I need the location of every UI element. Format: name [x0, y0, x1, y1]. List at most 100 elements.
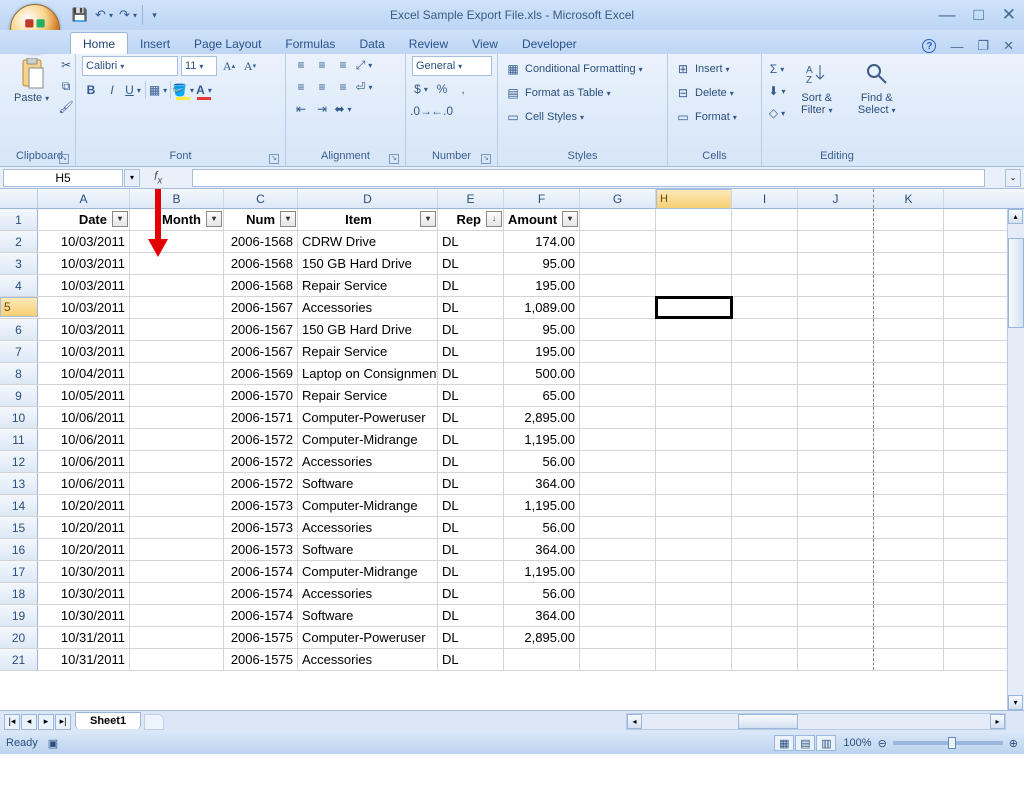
cell-A10[interactable]: 10/06/2011	[38, 407, 130, 428]
maximize-button[interactable]: □	[973, 5, 983, 25]
cell-J10[interactable]	[798, 407, 874, 428]
cell-C9[interactable]: 2006-1570	[224, 385, 298, 406]
qat-undo-icon[interactable]: ↶	[94, 5, 114, 25]
cell-G15[interactable]	[580, 517, 656, 538]
cell-E5[interactable]: DL	[438, 297, 504, 318]
cell-I10[interactable]	[732, 407, 798, 428]
align-top-icon[interactable]: ≡	[292, 56, 310, 74]
cell-I12[interactable]	[732, 451, 798, 472]
tab-insert[interactable]: Insert	[128, 33, 182, 54]
cell-B14[interactable]	[130, 495, 224, 516]
cell-D9[interactable]: Repair Service	[298, 385, 438, 406]
cell-C7[interactable]: 2006-1567	[224, 341, 298, 362]
borders-button[interactable]: ▦	[149, 81, 167, 99]
row-header-1[interactable]: 1	[0, 209, 38, 230]
horizontal-scrollbar[interactable]: ◂ ▸	[626, 713, 1006, 730]
cell-A20[interactable]: 10/31/2011	[38, 627, 130, 648]
cell-F10[interactable]: 2,895.00	[504, 407, 580, 428]
row-header-7[interactable]: 7	[0, 341, 38, 362]
cell-H5[interactable]	[656, 297, 732, 318]
cell-G8[interactable]	[580, 363, 656, 384]
cell-D8[interactable]: Laptop on Consignment	[298, 363, 438, 384]
alignment-dialog-launcher[interactable]: ↘	[389, 154, 399, 164]
cell-C4[interactable]: 2006-1568	[224, 275, 298, 296]
conditional-formatting-button[interactable]: ▦Conditional Formatting	[504, 60, 643, 78]
scroll-left-button[interactable]: ◂	[627, 714, 642, 729]
font-size-select[interactable]: 11	[181, 56, 217, 76]
cell-G6[interactable]	[580, 319, 656, 340]
cell-A19[interactable]: 10/30/2011	[38, 605, 130, 626]
cell-B17[interactable]	[130, 561, 224, 582]
row-header-9[interactable]: 9	[0, 385, 38, 406]
bold-button[interactable]: B	[82, 81, 100, 99]
underline-button[interactable]: U	[124, 81, 142, 99]
filter-dropdown-C[interactable]: ▾	[280, 211, 296, 227]
cell-A8[interactable]: 10/04/2011	[38, 363, 130, 384]
cell-D12[interactable]: Accessories	[298, 451, 438, 472]
cell-H2[interactable]	[656, 231, 732, 252]
cell-D6[interactable]: 150 GB Hard Drive	[298, 319, 438, 340]
cell-H11[interactable]	[656, 429, 732, 450]
mdi-close-button[interactable]: ✕	[1003, 38, 1014, 54]
cell-K6[interactable]	[874, 319, 944, 340]
cell-C20[interactable]: 2006-1575	[224, 627, 298, 648]
cell-C3[interactable]: 2006-1568	[224, 253, 298, 274]
filter-dropdown-A[interactable]: ▾	[112, 211, 128, 227]
zoom-level[interactable]: 100%	[843, 737, 871, 749]
cell-D21[interactable]: Accessories	[298, 649, 438, 670]
paste-button[interactable]: Paste	[10, 56, 53, 107]
align-middle-icon[interactable]: ≡	[313, 56, 331, 74]
cell-F14[interactable]: 1,195.00	[504, 495, 580, 516]
cell-J6[interactable]	[798, 319, 874, 340]
cell-F16[interactable]: 364.00	[504, 539, 580, 560]
cell-C13[interactable]: 2006-1572	[224, 473, 298, 494]
cell-B15[interactable]	[130, 517, 224, 538]
cell-A17[interactable]: 10/30/2011	[38, 561, 130, 582]
cell-C17[interactable]: 2006-1574	[224, 561, 298, 582]
cell-G11[interactable]	[580, 429, 656, 450]
filter-dropdown-F[interactable]: ▾	[562, 211, 578, 227]
format-as-table-button[interactable]: ▤Format as Table	[504, 84, 643, 102]
number-format-select[interactable]: General	[412, 56, 492, 76]
cell-B10[interactable]	[130, 407, 224, 428]
row-header-14[interactable]: 14	[0, 495, 38, 516]
cell-K18[interactable]	[874, 583, 944, 604]
cell-F6[interactable]: 95.00	[504, 319, 580, 340]
row-header-19[interactable]: 19	[0, 605, 38, 626]
cell-G20[interactable]	[580, 627, 656, 648]
cell-H17[interactable]	[656, 561, 732, 582]
col-header-K[interactable]: K	[874, 189, 944, 208]
row-header-12[interactable]: 12	[0, 451, 38, 472]
cell-D15[interactable]: Accessories	[298, 517, 438, 538]
row-header-2[interactable]: 2	[0, 231, 38, 252]
cell-A12[interactable]: 10/06/2011	[38, 451, 130, 472]
qat-save-icon[interactable]: 💾	[70, 5, 90, 25]
cell-E10[interactable]: DL	[438, 407, 504, 428]
cell-C8[interactable]: 2006-1569	[224, 363, 298, 384]
cell-F2[interactable]: 174.00	[504, 231, 580, 252]
cell-G21[interactable]	[580, 649, 656, 670]
cell-H20[interactable]	[656, 627, 732, 648]
row-header-8[interactable]: 8	[0, 363, 38, 384]
cell-D4[interactable]: Repair Service	[298, 275, 438, 296]
cell-A2[interactable]: 10/03/2011	[38, 231, 130, 252]
outdent-icon[interactable]: ⇤	[292, 100, 310, 118]
cell-H12[interactable]	[656, 451, 732, 472]
cell-C18[interactable]: 2006-1574	[224, 583, 298, 604]
autosum-icon[interactable]: Σ	[768, 60, 786, 78]
cell-J1[interactable]	[798, 209, 874, 230]
font-name-select[interactable]: Calibri	[82, 56, 178, 76]
cell-I3[interactable]	[732, 253, 798, 274]
sort-filter-button[interactable]: AZ Sort & Filter	[790, 56, 843, 119]
row-header-11[interactable]: 11	[0, 429, 38, 450]
cell-G2[interactable]	[580, 231, 656, 252]
row-header-16[interactable]: 16	[0, 539, 38, 560]
cut-icon[interactable]: ✂	[57, 56, 75, 74]
cell-A5[interactable]: 10/03/2011	[38, 297, 130, 318]
col-header-H[interactable]: H	[656, 189, 732, 209]
mdi-minimize-button[interactable]: —	[950, 39, 963, 54]
cell-H13[interactable]	[656, 473, 732, 494]
cell-B5[interactable]	[130, 297, 224, 318]
cell-B19[interactable]	[130, 605, 224, 626]
fill-icon[interactable]: ⬇	[768, 82, 786, 100]
